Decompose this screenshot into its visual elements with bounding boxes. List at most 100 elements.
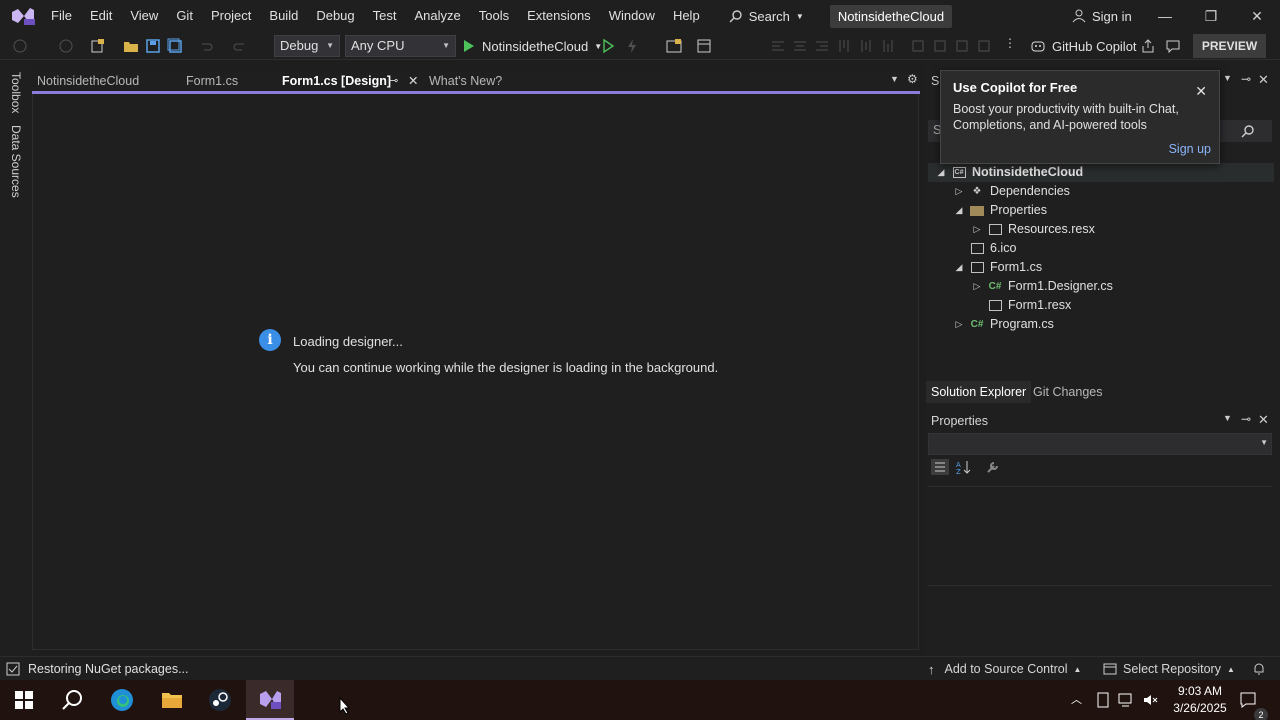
tree-item-resources[interactable]: ▷ Resources.resx <box>968 220 1095 239</box>
taskbar-search-button[interactable] <box>48 680 96 720</box>
select-repository-button[interactable]: Select Repository ▲ <box>1103 657 1235 681</box>
align-left-icon[interactable] <box>770 38 786 54</box>
close-icon[interactable]: ✕ <box>1195 83 1207 100</box>
solution-explorer-toolbar-icon[interactable] <box>666 38 682 54</box>
tree-item-ico[interactable]: 6.ico <box>968 239 1016 258</box>
redo-icon[interactable] <box>232 38 248 54</box>
menu-edit[interactable]: Edit <box>81 0 121 32</box>
chevron-down-icon[interactable]: ▼ <box>1223 413 1232 423</box>
feedback-icon[interactable] <box>1165 38 1181 54</box>
menu-window[interactable]: Window <box>600 0 664 32</box>
pin-icon[interactable]: ⊸ <box>1241 412 1251 426</box>
pin-icon[interactable]: ⊸ <box>389 70 398 92</box>
notifications-bell-icon[interactable] <box>1252 662 1266 676</box>
toolbar-overflow-icon[interactable]: ⋮ <box>1004 36 1016 50</box>
restore-button[interactable]: ❐ <box>1188 0 1234 32</box>
menu-analyze[interactable]: Analyze <box>405 0 469 32</box>
close-icon[interactable]: ✕ <box>1258 72 1269 88</box>
tab-whats-new[interactable]: What's New? <box>424 70 507 92</box>
close-tab-icon[interactable]: ✕ <box>408 70 418 92</box>
tab-project[interactable]: NotinsidetheCloud <box>32 70 144 92</box>
tree-item-properties[interactable]: ◢ Properties <box>950 201 1047 220</box>
hot-reload-icon[interactable] <box>624 38 640 54</box>
make-same-width-icon[interactable] <box>910 38 926 54</box>
align-right-icon[interactable] <box>814 38 830 54</box>
undo-icon[interactable] <box>198 38 214 54</box>
save-all-icon[interactable] <box>167 38 183 54</box>
menu-tools[interactable]: Tools <box>470 0 518 32</box>
new-project-icon[interactable] <box>90 38 106 54</box>
make-same-height-icon[interactable] <box>932 38 948 54</box>
start-debugging-button[interactable]: NotinsidetheCloud ▼ <box>462 35 602 57</box>
share-icon[interactable] <box>1140 38 1156 54</box>
menu-file[interactable]: File <box>42 0 81 32</box>
object-selector-dropdown[interactable]: ▼ <box>928 433 1272 455</box>
expanded-icon[interactable]: ◢ <box>950 201 968 220</box>
tree-item-project[interactable]: ◢ C# NotinsidetheCloud <box>932 163 1084 182</box>
collapsed-icon[interactable]: ▷ <box>950 315 968 334</box>
property-pages-icon[interactable] <box>985 459 1001 475</box>
sign-up-link[interactable]: Sign up <box>1169 142 1211 156</box>
align-bottom-icon[interactable] <box>880 38 896 54</box>
tab-form1-design[interactable]: Form1.cs [Design] ⊸ ✕ <box>277 70 432 92</box>
forward-navigation-icon[interactable] <box>58 38 74 54</box>
preview-button[interactable]: PREVIEW <box>1193 34 1266 58</box>
tray-overflow-icon[interactable]: ︿ <box>1071 691 1082 707</box>
open-folder-icon[interactable] <box>123 38 139 54</box>
tree-item-program[interactable]: ▷ C# Program.cs <box>950 315 1054 334</box>
layout-icon[interactable] <box>696 38 712 54</box>
menu-help[interactable]: Help <box>664 0 709 32</box>
solution-name-badge[interactable]: NotinsidetheCloud <box>829 4 953 28</box>
minimize-button[interactable]: — <box>1142 0 1188 32</box>
menu-extensions[interactable]: Extensions <box>518 0 600 32</box>
tab-form1-cs[interactable]: Form1.cs <box>181 70 243 92</box>
menu-git[interactable]: Git <box>167 0 202 32</box>
platform-dropdown[interactable]: Any CPU ▼ <box>345 35 456 57</box>
pin-icon[interactable]: ⊸ <box>1241 72 1251 86</box>
sign-in-button[interactable]: Sign in <box>1072 0 1132 32</box>
configuration-dropdown[interactable]: Debug ▼ <box>274 35 340 57</box>
gear-icon[interactable]: ⚙ <box>907 72 918 86</box>
alphabetical-icon[interactable]: AZ <box>955 459 973 475</box>
bring-to-front-icon[interactable] <box>976 38 992 54</box>
menu-debug[interactable]: Debug <box>307 0 363 32</box>
start-without-debugging-icon[interactable] <box>600 38 616 54</box>
menu-test[interactable]: Test <box>364 0 406 32</box>
taskbar-steam-button[interactable] <box>196 680 244 720</box>
align-center-icon[interactable] <box>792 38 808 54</box>
toolbox-tab[interactable]: Toolbox <box>9 72 23 113</box>
tree-item-dependencies[interactable]: ▷ ❖ Dependencies <box>950 182 1070 201</box>
search-button[interactable]: Search ▼ <box>721 9 812 24</box>
categorized-icon[interactable] <box>931 459 949 475</box>
menu-view[interactable]: View <box>121 0 167 32</box>
expanded-icon[interactable]: ◢ <box>950 258 968 277</box>
save-icon[interactable] <box>145 38 161 54</box>
taskbar-visual-studio-button[interactable] <box>246 680 294 720</box>
collapsed-icon[interactable]: ▷ <box>968 277 986 296</box>
close-icon[interactable]: ✕ <box>1258 412 1269 428</box>
data-sources-tab[interactable]: Data Sources <box>9 125 23 198</box>
align-top-icon[interactable] <box>836 38 852 54</box>
tree-item-form1-designer[interactable]: ▷ C# Form1.Designer.cs <box>968 277 1113 296</box>
tree-item-form1[interactable]: ◢ Form1.cs <box>950 258 1043 277</box>
chevron-down-icon[interactable]: ▼ <box>1223 73 1232 83</box>
github-copilot-button[interactable]: GitHub Copilot <box>1030 35 1137 57</box>
menu-build[interactable]: Build <box>260 0 307 32</box>
menu-project[interactable]: Project <box>202 0 260 32</box>
tray-clock[interactable]: 9:03 AM 3/26/2025 <box>1170 683 1230 717</box>
device-tray-icon[interactable] <box>1096 692 1110 708</box>
back-navigation-icon[interactable] <box>12 38 28 54</box>
volume-icon[interactable] <box>1142 692 1158 708</box>
taskbar-file-explorer-button[interactable] <box>148 680 196 720</box>
collapsed-icon[interactable]: ▷ <box>968 220 986 239</box>
tab-git-changes[interactable]: Git Changes <box>1028 381 1107 403</box>
align-middle-icon[interactable] <box>858 38 874 54</box>
size-to-grid-icon[interactable] <box>954 38 970 54</box>
network-icon[interactable] <box>1118 692 1134 708</box>
tab-solution-explorer[interactable]: Solution Explorer <box>926 381 1032 403</box>
start-button[interactable] <box>0 680 48 720</box>
taskbar-edge-button[interactable] <box>98 680 146 720</box>
close-window-button[interactable]: ✕ <box>1234 0 1280 32</box>
collapsed-icon[interactable]: ▷ <box>950 182 968 201</box>
add-to-source-control-button[interactable]: ↑ Add to Source Control ▲ <box>928 657 1081 681</box>
